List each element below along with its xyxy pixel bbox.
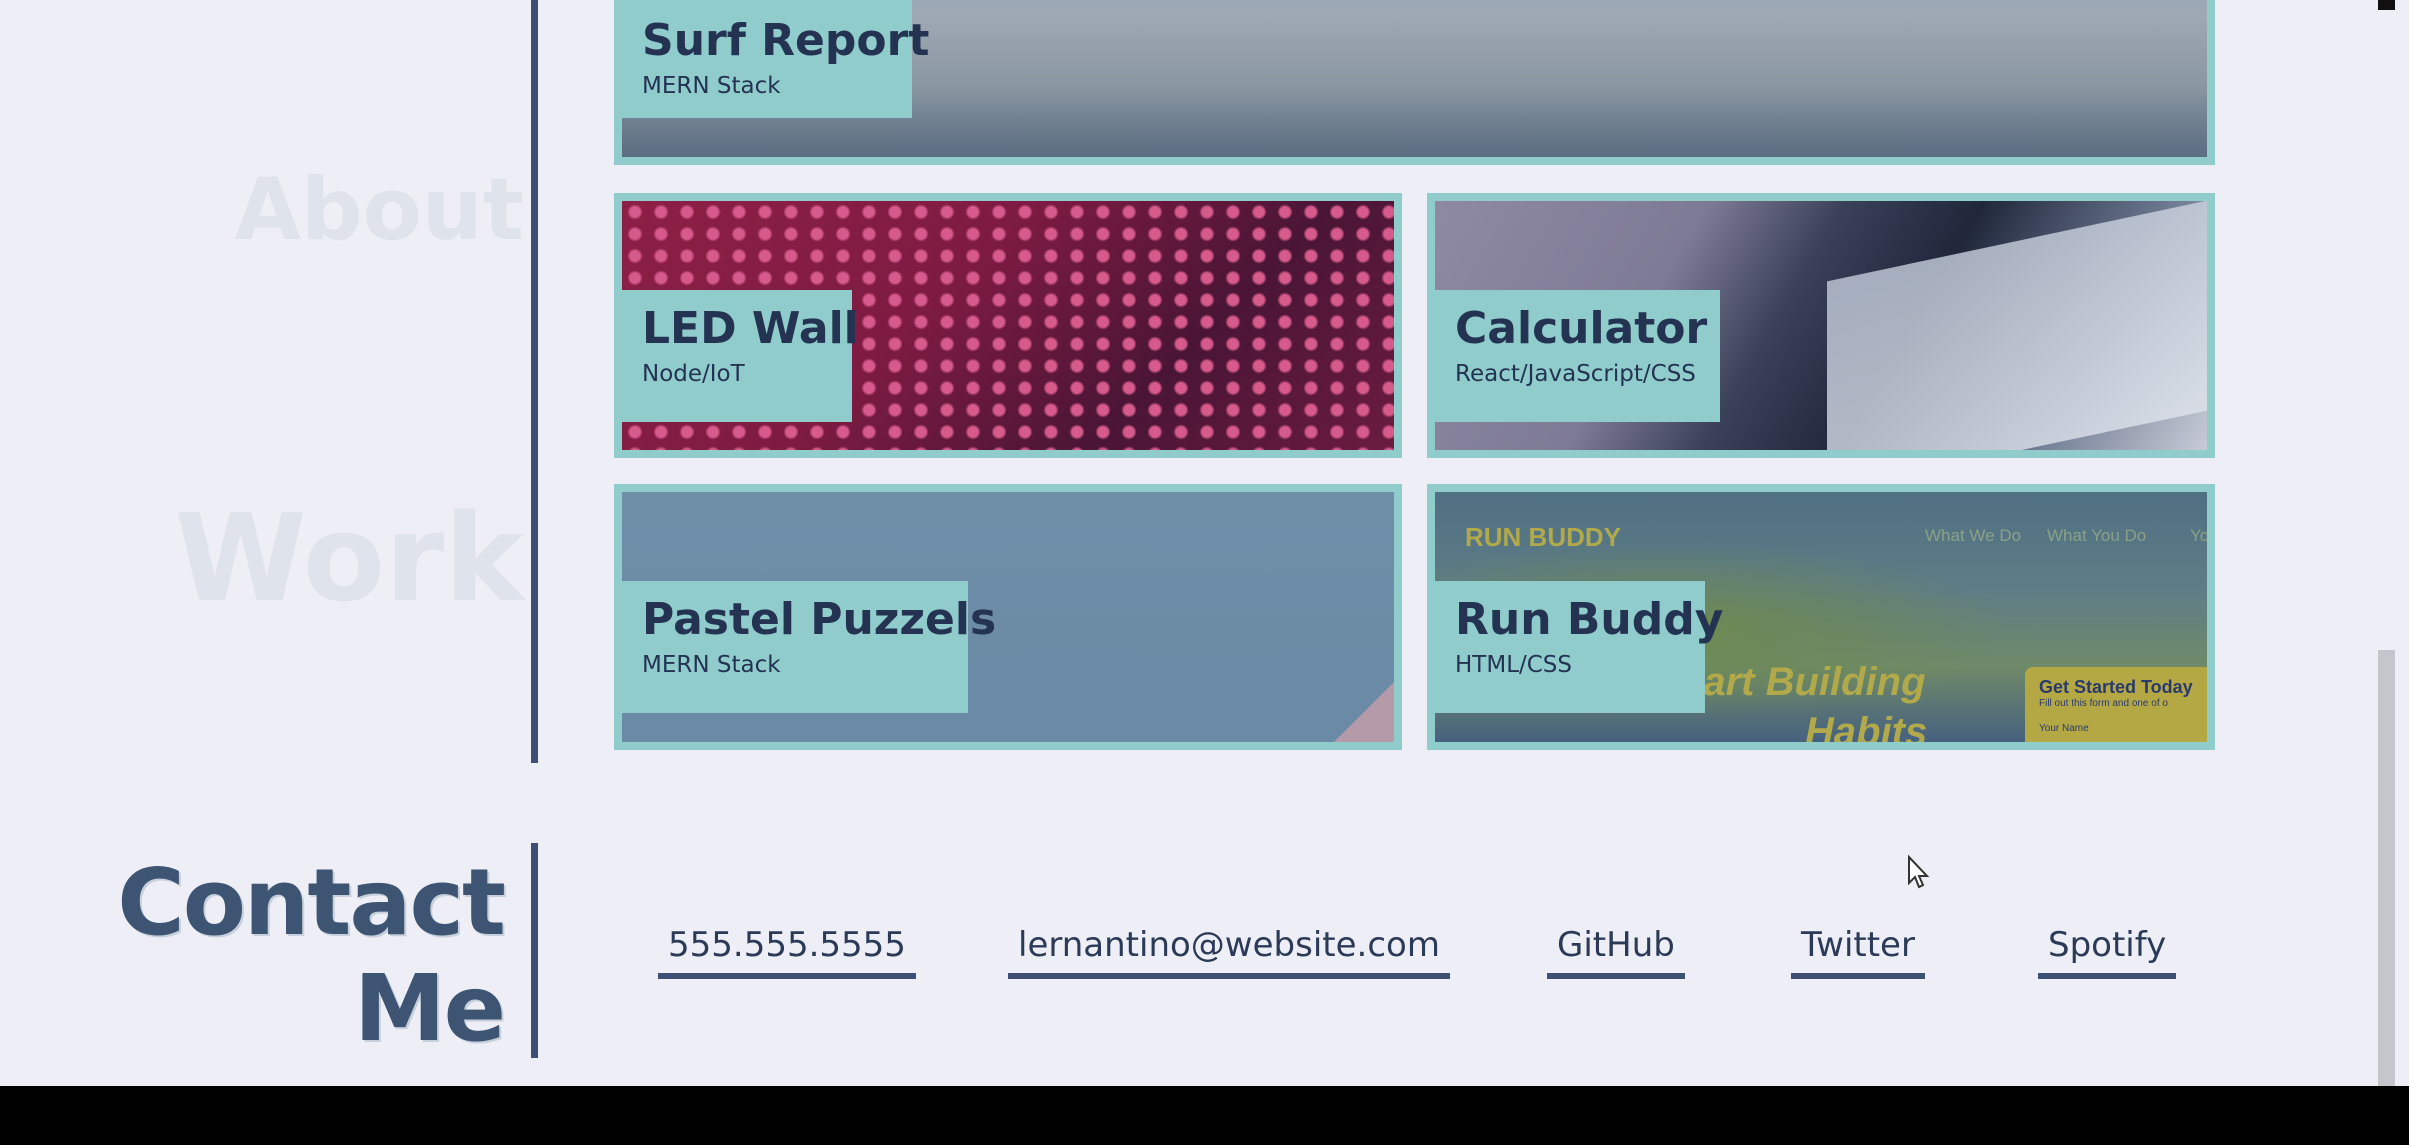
work-section-divider — [531, 0, 538, 763]
project-label: Calculator React/JavaScript/CSS — [1435, 290, 1720, 422]
project-label: Surf Report MERN Stack — [622, 0, 930, 118]
run-buddy-logo: RUN BUDDY — [1465, 522, 1621, 552]
run-buddy-hero-line: Habits — [1805, 710, 1928, 750]
project-label: LED Wall Node/IoT — [622, 290, 859, 422]
project-stack: MERN Stack — [642, 652, 781, 678]
run-buddy-form: Get Started Today Fill out this form and… — [2025, 667, 2207, 742]
contact-phone-link[interactable]: 555.555.5555 — [658, 925, 916, 979]
run-buddy-nav-item: What You Do — [2047, 526, 2147, 545]
contact-heading-line: Contact — [117, 849, 506, 956]
contact-email-link[interactable]: lernantino@website.com — [1008, 925, 1450, 979]
scrollbar-top — [2378, 0, 2395, 10]
contact-github-link[interactable]: GitHub — [1547, 925, 1685, 979]
work-heading-ghost: Work — [174, 490, 524, 629]
contact-heading: Contact Me — [117, 849, 506, 1062]
project-card-surf-report[interactable]: Surf Report MERN Stack — [614, 0, 2215, 165]
project-title: Surf Report — [642, 15, 930, 66]
project-stack: Node/IoT — [642, 361, 745, 387]
run-buddy-form-title: Get Started Today — [2039, 677, 2193, 697]
scrollbar-thumb[interactable] — [2378, 650, 2395, 1086]
project-card-calculator[interactable]: Calculator React/JavaScript/CSS — [1427, 193, 2215, 458]
project-card-run-buddy[interactable]: RUN BUDDY What We Do What You Do Yo tart… — [1427, 484, 2215, 750]
project-title: Run Buddy — [1455, 594, 1724, 645]
run-buddy-form-field: Your Name — [2039, 723, 2089, 734]
about-heading-ghost: About — [234, 160, 524, 260]
run-buddy-hero-line: tart Building — [1690, 660, 1926, 704]
run-buddy-nav-item: What We Do — [1925, 526, 2022, 545]
project-card-led-wall[interactable]: LED Wall Node/IoT — [614, 193, 1402, 458]
project-title: Calculator — [1455, 303, 1708, 354]
project-stack: React/JavaScript/CSS — [1455, 361, 1696, 387]
run-buddy-nav-item: Yo — [2190, 526, 2210, 545]
project-label: Run Buddy HTML/CSS — [1435, 581, 1724, 713]
project-title: LED Wall — [642, 303, 859, 354]
contact-spotify-link[interactable]: Spotify — [2038, 925, 2177, 979]
project-label: Pastel Puzzels MERN Stack — [622, 581, 997, 713]
contact-heading-line: Me — [354, 955, 506, 1062]
contact-section-divider — [531, 843, 538, 1058]
project-card-pastel-puzzels[interactable]: Pastel Puzzels MERN Stack — [614, 484, 1402, 750]
run-buddy-form-subtitle: Fill out this form and one of o — [2039, 698, 2168, 709]
project-stack: HTML/CSS — [1455, 652, 1573, 678]
screen-bottom-bar — [0, 1086, 2409, 1145]
page-viewport: About Work Surf Report MERN Stack LED Wa… — [0, 0, 2409, 1086]
page-scrollbar[interactable] — [2378, 0, 2409, 1086]
contact-twitter-link[interactable]: Twitter — [1791, 925, 1925, 979]
corner-decoration — [1334, 682, 1394, 742]
mouse-cursor-icon — [1908, 855, 1930, 889]
laptop-screen-decoration — [1827, 201, 2207, 450]
project-stack: MERN Stack — [642, 73, 781, 99]
project-title: Pastel Puzzels — [642, 594, 997, 645]
